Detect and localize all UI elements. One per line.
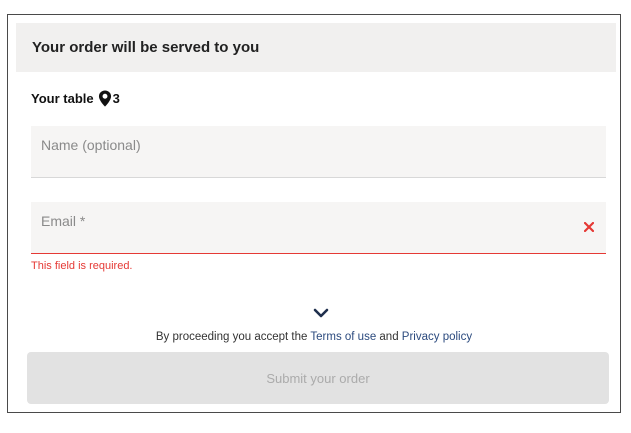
table-info: Your table 3 bbox=[31, 90, 120, 107]
chevron-down-icon[interactable] bbox=[313, 307, 329, 319]
name-field[interactable] bbox=[31, 126, 606, 178]
email-input[interactable] bbox=[31, 202, 606, 253]
submit-order-button[interactable]: Submit your order bbox=[27, 352, 609, 404]
order-header: Your order will be served to you bbox=[16, 23, 616, 72]
table-number: 3 bbox=[112, 91, 120, 106]
terms-notice: By proceeding you accept the Terms of us… bbox=[8, 331, 620, 343]
terms-and: and bbox=[376, 331, 402, 343]
order-panel: Your order will be served to you Your ta… bbox=[7, 14, 621, 413]
map-pin-icon bbox=[98, 90, 111, 107]
name-input[interactable] bbox=[31, 126, 606, 177]
table-label: Your table bbox=[31, 91, 94, 106]
email-error-message: This field is required. bbox=[31, 260, 133, 272]
privacy-policy-link[interactable]: Privacy policy bbox=[402, 331, 472, 343]
clear-x-icon[interactable] bbox=[584, 222, 594, 232]
terms-of-use-link[interactable]: Terms of use bbox=[310, 331, 376, 343]
email-field[interactable] bbox=[31, 202, 606, 254]
header-title: Your order will be served to you bbox=[32, 39, 260, 56]
terms-prefix: By proceeding you accept the bbox=[155, 331, 311, 343]
